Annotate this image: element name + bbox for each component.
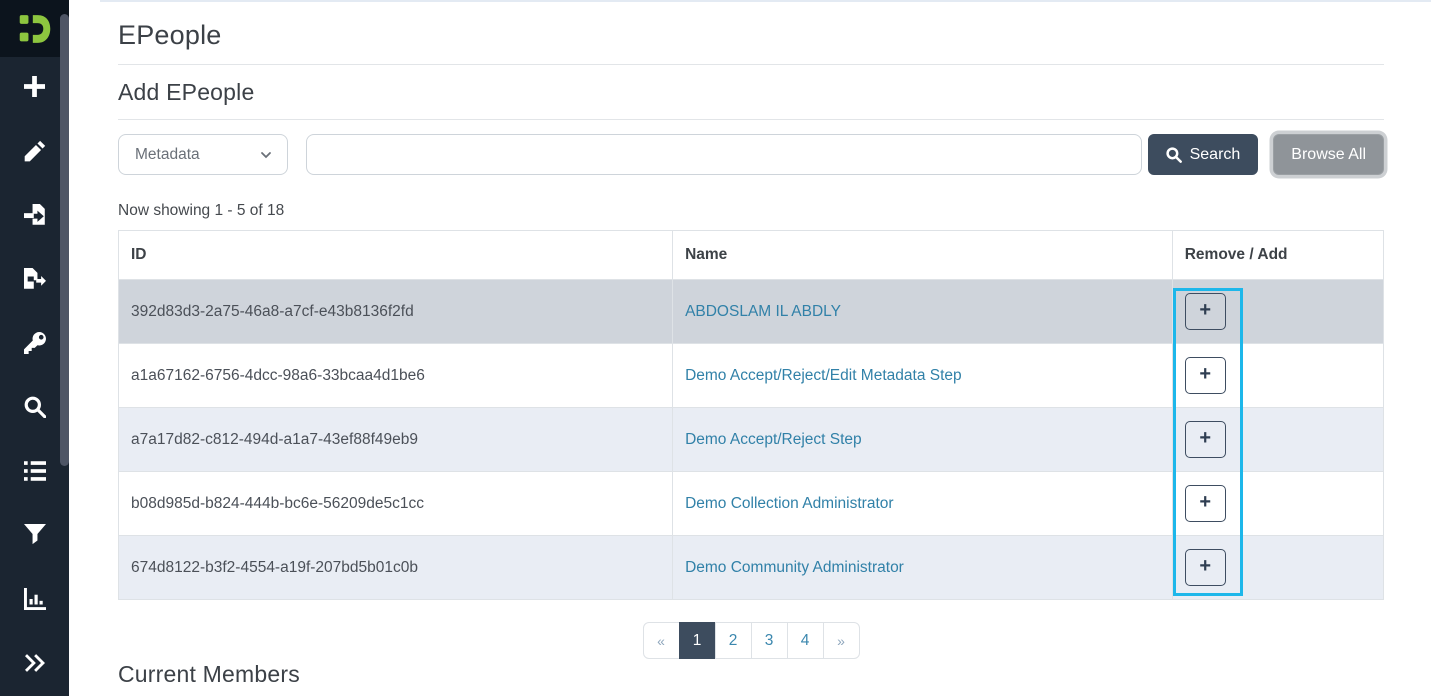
sidebar-item-authorizations[interactable] bbox=[0, 314, 69, 371]
pagination-page-4[interactable]: 4 bbox=[787, 622, 824, 659]
person-link[interactable]: ABDOSLAM IL ABDLY bbox=[685, 303, 841, 320]
pagination-page-3[interactable]: 3 bbox=[751, 622, 788, 659]
add-member-button[interactable]: + bbox=[1185, 549, 1226, 586]
cell-action: + bbox=[1172, 408, 1383, 472]
browse-all-button[interactable]: Browse All bbox=[1273, 134, 1384, 175]
column-header-id: ID bbox=[119, 231, 673, 280]
add-epeople-section-title: Add EPeople bbox=[118, 79, 1384, 106]
pagination-container: « 1 2 3 4 » bbox=[118, 622, 1384, 659]
search-input[interactable] bbox=[306, 134, 1142, 175]
search-bar: Metadata Search Browse All bbox=[118, 134, 1384, 175]
sidebar bbox=[0, 0, 69, 696]
search-button-label: Search bbox=[1190, 146, 1241, 164]
sidebar-item-statistics[interactable] bbox=[0, 570, 69, 627]
table-row: a1a67162-6756-4dcc-98a6-33bcaa4d1be6 Dem… bbox=[119, 344, 1384, 408]
person-link[interactable]: Demo Community Administrator bbox=[685, 559, 904, 576]
column-header-name: Name bbox=[673, 231, 1173, 280]
current-members-section-title: Current Members bbox=[118, 661, 1384, 688]
sidebar-scrollbar[interactable] bbox=[60, 14, 69, 466]
results-table: ID Name Remove / Add 392d83d3-2a75-46a8-… bbox=[118, 230, 1384, 600]
pagination-page-2[interactable]: 2 bbox=[715, 622, 752, 659]
pagination: « 1 2 3 4 » bbox=[643, 622, 860, 659]
cell-name: Demo Accept/Reject Step bbox=[673, 408, 1173, 472]
dspace-logo[interactable] bbox=[0, 0, 69, 57]
pagination-prev[interactable]: « bbox=[643, 622, 680, 659]
sidebar-item-registries[interactable] bbox=[0, 442, 69, 499]
person-link[interactable]: Demo Accept/Reject/Edit Metadata Step bbox=[685, 367, 962, 384]
cell-name: Demo Collection Administrator bbox=[673, 472, 1173, 536]
divider bbox=[118, 119, 1384, 120]
chart-icon bbox=[24, 588, 46, 610]
cell-id: a7a17d82-c812-494d-a1a7-43ef88f49eb9 bbox=[119, 408, 673, 472]
sidebar-nav bbox=[0, 57, 69, 698]
search-icon bbox=[1166, 147, 1182, 163]
angles-right-icon bbox=[25, 654, 45, 672]
sidebar-item-search[interactable] bbox=[0, 378, 69, 435]
sidebar-item-edit[interactable] bbox=[0, 122, 69, 179]
sidebar-item-import[interactable] bbox=[0, 186, 69, 243]
table-row: a7a17d82-c812-494d-a1a7-43ef88f49eb9 Dem… bbox=[119, 408, 1384, 472]
file-export-icon bbox=[24, 268, 46, 290]
search-button[interactable]: Search bbox=[1148, 134, 1259, 175]
chevron-down-icon bbox=[259, 148, 273, 162]
cell-id: 392d83d3-2a75-46a8-a7cf-e43b8136f2fd bbox=[119, 280, 673, 344]
key-icon bbox=[24, 332, 46, 354]
search-icon bbox=[24, 396, 46, 418]
sidebar-item-expand[interactable] bbox=[0, 634, 69, 691]
sidebar-item-export[interactable] bbox=[0, 250, 69, 307]
cell-action: + bbox=[1172, 472, 1383, 536]
sidebar-item-curation[interactable] bbox=[0, 506, 69, 563]
table-row: 392d83d3-2a75-46a8-a7cf-e43b8136f2fd ABD… bbox=[119, 280, 1384, 344]
cell-action: + bbox=[1172, 536, 1383, 600]
cell-name: ABDOSLAM IL ABDLY bbox=[673, 280, 1173, 344]
list-icon bbox=[24, 460, 46, 482]
cell-id: a1a67162-6756-4dcc-98a6-33bcaa4d1be6 bbox=[119, 344, 673, 408]
sidebar-item-new[interactable] bbox=[0, 58, 69, 115]
pagination-page-1[interactable]: 1 bbox=[679, 622, 716, 659]
pencil-icon bbox=[24, 140, 46, 162]
cell-action: + bbox=[1172, 280, 1383, 344]
page-title: EPeople bbox=[118, 20, 1384, 51]
divider bbox=[118, 64, 1384, 65]
add-member-button[interactable]: + bbox=[1185, 485, 1226, 522]
cell-id: b08d985d-b824-444b-bc6e-56209de5c1cc bbox=[119, 472, 673, 536]
scope-select-value: Metadata bbox=[135, 146, 200, 164]
cell-name: Demo Community Administrator bbox=[673, 536, 1173, 600]
person-link[interactable]: Demo Collection Administrator bbox=[685, 495, 893, 512]
column-header-remove-add: Remove / Add bbox=[1172, 231, 1383, 280]
results-table-container: ID Name Remove / Add 392d83d3-2a75-46a8-… bbox=[118, 230, 1384, 600]
metadata-scope-select[interactable]: Metadata bbox=[118, 134, 288, 175]
person-link[interactable]: Demo Accept/Reject Step bbox=[685, 431, 862, 448]
cell-name: Demo Accept/Reject/Edit Metadata Step bbox=[673, 344, 1173, 408]
filter-icon bbox=[24, 524, 46, 546]
main-content: EPeople Add EPeople Metadata Search Brow… bbox=[69, 0, 1431, 696]
table-header-row: ID Name Remove / Add bbox=[119, 231, 1384, 280]
add-member-button[interactable]: + bbox=[1185, 421, 1226, 458]
file-import-icon bbox=[24, 204, 46, 226]
add-member-button[interactable]: + bbox=[1185, 357, 1226, 394]
cell-action: + bbox=[1172, 344, 1383, 408]
table-row: 674d8122-b3f2-4554-a19f-207bd5b01c0b Dem… bbox=[119, 536, 1384, 600]
cell-id: 674d8122-b3f2-4554-a19f-207bd5b01c0b bbox=[119, 536, 673, 600]
pagination-next[interactable]: » bbox=[823, 622, 860, 659]
add-member-button[interactable]: + bbox=[1185, 293, 1226, 330]
table-row: b08d985d-b824-444b-bc6e-56209de5c1cc Dem… bbox=[119, 472, 1384, 536]
results-summary: Now showing 1 - 5 of 18 bbox=[118, 202, 1384, 220]
plus-icon bbox=[24, 76, 45, 97]
